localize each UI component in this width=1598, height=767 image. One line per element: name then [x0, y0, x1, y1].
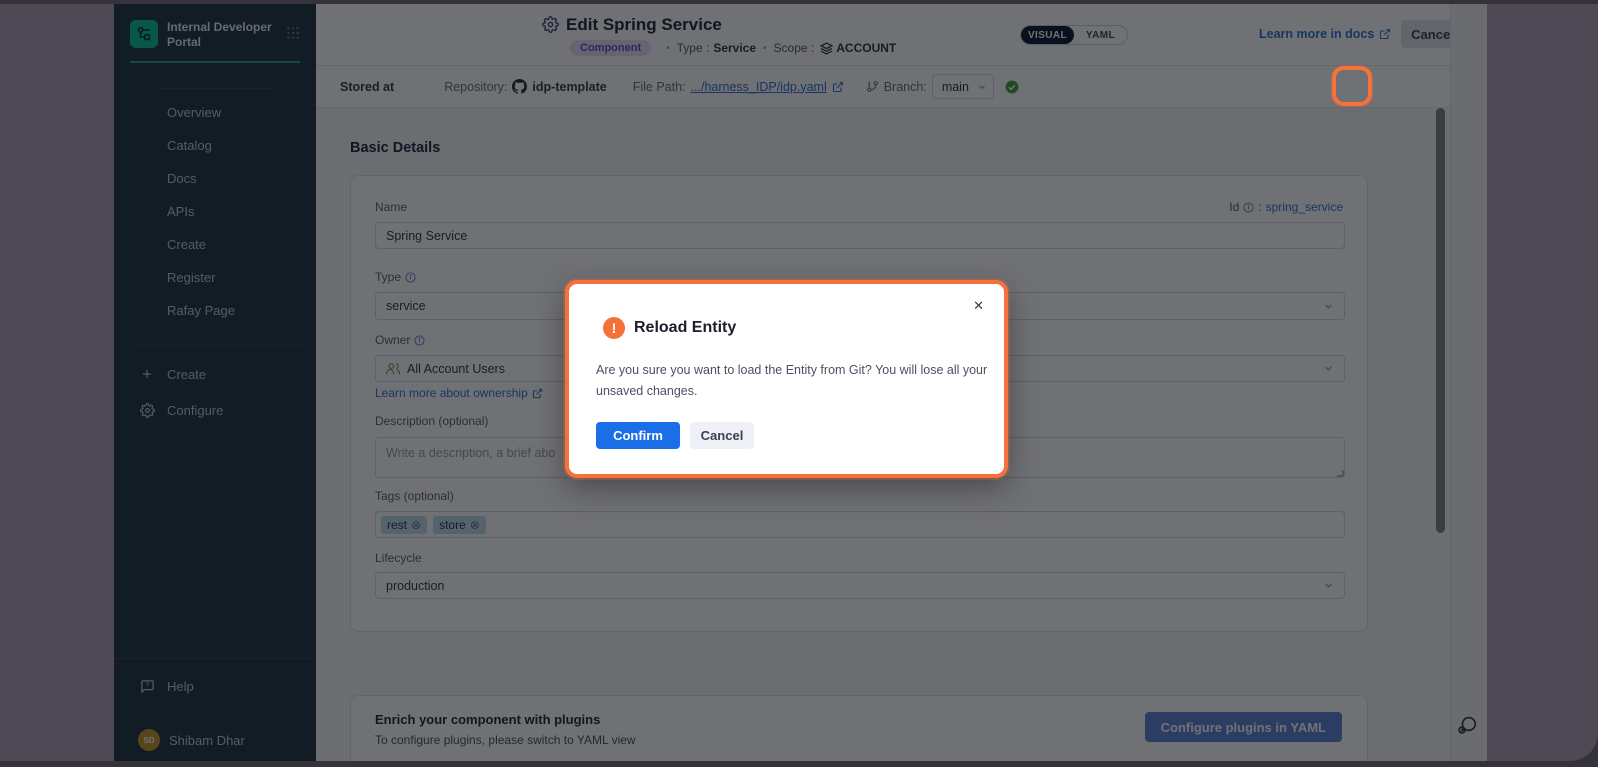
modal-cancel-button[interactable]: Cancel [690, 422, 754, 449]
app-window: Internal Developer Portal Overview Catal… [114, 4, 1487, 761]
modal-body: Are you sure you want to load the Entity… [596, 360, 988, 402]
confirm-button[interactable]: Confirm [596, 422, 680, 449]
warning-icon: ! [603, 317, 625, 339]
modal-title: Reload Entity [634, 319, 736, 337]
close-icon[interactable]: ✕ [973, 298, 984, 314]
reload-entity-modal: ✕ ! Reload Entity Are you sure you want … [565, 280, 1008, 478]
annotation-highlight-ring [1332, 66, 1372, 106]
